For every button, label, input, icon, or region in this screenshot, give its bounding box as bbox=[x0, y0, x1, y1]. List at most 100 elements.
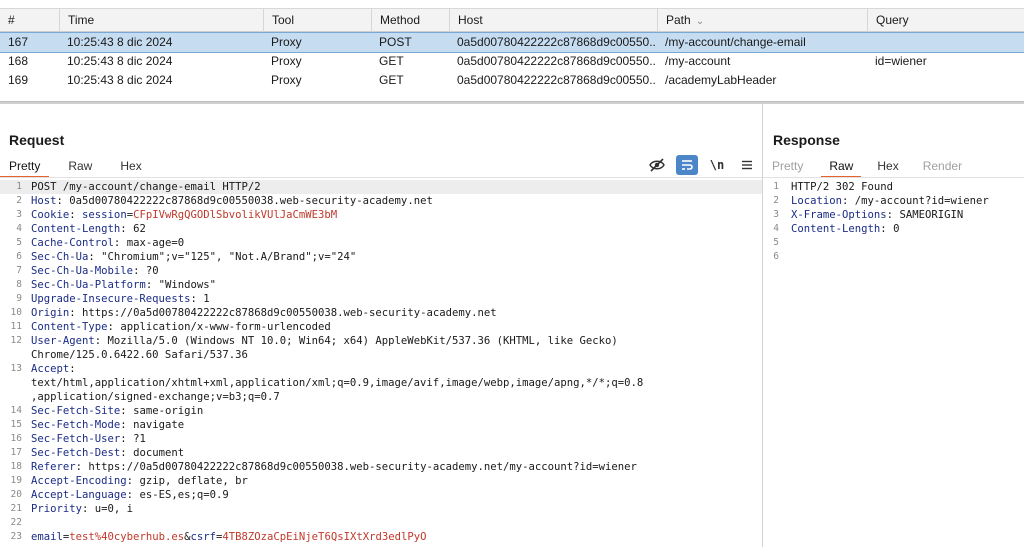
show-newlines-toggle[interactable]: \n bbox=[706, 155, 728, 175]
cell-host: 0a5d00780422222c87868d9c00550... bbox=[457, 73, 657, 87]
code-line: 1 POST /my-account/change-email HTTP/2 bbox=[0, 180, 762, 194]
column-header-method[interactable]: Method bbox=[371, 9, 449, 32]
line-content: email=test%40cyberhub.es&csrf=4TB8ZOzaCp… bbox=[31, 531, 427, 543]
response-tab-raw[interactable]: Raw bbox=[821, 156, 862, 178]
table-header: # Time Tool Method Host Path ⌄ Query bbox=[0, 8, 1024, 32]
code-line: 20 Accept-Language: es-ES,es;q=0.9 bbox=[0, 488, 762, 502]
cell-number: 169 bbox=[8, 73, 29, 87]
hamburger-menu-icon[interactable] bbox=[736, 155, 758, 175]
code-line: 6 Sec-Ch-Ua: "Chromium";v="125", "Not.A/B… bbox=[0, 250, 762, 264]
request-editor[interactable]: 1 POST /my-account/change-email HTTP/2 2 Ho… bbox=[0, 180, 762, 547]
column-header-host[interactable]: Host bbox=[449, 9, 657, 32]
line-number: 18 bbox=[10, 461, 22, 472]
response-editor[interactable]: 1 HTTP/2 302 Found 2 Location: /my-account?… bbox=[763, 180, 1024, 547]
response-tab-pretty[interactable]: Pretty bbox=[768, 156, 807, 178]
request-tab-hex[interactable]: Hex bbox=[111, 156, 150, 178]
eye-slash-icon[interactable] bbox=[646, 155, 668, 175]
column-header-query[interactable]: Query bbox=[867, 9, 1024, 32]
header-name: Content-Length bbox=[791, 223, 881, 235]
code-line: 10 Origin: https://0a5d00780422222c87868d… bbox=[0, 306, 762, 320]
line-number: 6 bbox=[16, 251, 22, 262]
code-line: 4 Content-Length: 62 bbox=[0, 222, 762, 236]
request-view-tabs: Pretty Raw Hex bbox=[0, 156, 161, 178]
code-line: 1 HTTP/2 302 Found bbox=[763, 180, 1024, 194]
column-header-number[interactable]: # bbox=[0, 9, 59, 32]
param-value-email: test%40cyberhub.es bbox=[69, 531, 185, 543]
line-content: Sec-Fetch-Mode: navigate bbox=[31, 419, 185, 431]
line-number: 6 bbox=[773, 251, 779, 262]
table-row[interactable]: 169 10:25:43 8 dic 2024 Proxy GET 0a5d007804… bbox=[0, 71, 1024, 90]
line-number: 11 bbox=[10, 321, 22, 332]
code-line: 14 Sec-Fetch-Site: same-origin bbox=[0, 404, 762, 418]
code-line: 7 Sec-Ch-Ua-Mobile: ?0 bbox=[0, 264, 762, 278]
table-row[interactable]: 167 10:25:43 8 dic 2024 Proxy POST 0a5d00780… bbox=[0, 32, 1024, 53]
line-number: 1 bbox=[773, 181, 779, 192]
request-tab-raw[interactable]: Raw bbox=[59, 156, 101, 178]
code-line: 6 bbox=[763, 250, 1024, 264]
cell-host: 0a5d00780422222c87868d9c00550... bbox=[457, 54, 657, 68]
line-content: Accept-Encoding: gzip, deflate, br bbox=[31, 475, 248, 487]
header-value: "Chromium";v="125", "Not.A/Brand";v="24" bbox=[101, 251, 357, 263]
line-content: X-Frame-Options: SAMEORIGIN bbox=[791, 209, 964, 221]
header-name: Cookie bbox=[31, 209, 70, 221]
cell-query bbox=[867, 33, 1024, 52]
code-line: 11 Content-Type: application/x-www-form-u… bbox=[0, 320, 762, 334]
line-content: Sec-Fetch-Site: same-origin bbox=[31, 405, 204, 417]
request-editor-toolbar: \n bbox=[646, 154, 766, 176]
line-content: Host: 0a5d00780422222c87868d9c00550038.w… bbox=[31, 195, 433, 207]
code-line: 22 bbox=[0, 516, 762, 530]
code-line: 12 User-Agent: Mozilla/5.0 (Windows NT 10… bbox=[0, 334, 762, 348]
code-line: text/html,application/xhtml+xml,applicat… bbox=[0, 376, 762, 390]
code-line: 8 Sec-Ch-Ua-Platform: "Windows" bbox=[0, 278, 762, 292]
request-pane: Request Pretty Raw Hex \n 1 POST /my-accoun… bbox=[0, 104, 762, 547]
line-number: 13 bbox=[10, 363, 22, 374]
cell-method: POST bbox=[379, 35, 412, 49]
line-number: 3 bbox=[16, 209, 22, 220]
cell-time: 10:25:43 8 dic 2024 bbox=[67, 54, 173, 68]
path-header-label: Path bbox=[666, 13, 691, 27]
table-row[interactable]: 168 10:25:43 8 dic 2024 Proxy GET 0a5d007804… bbox=[0, 52, 1024, 71]
code-line: ,application/signed-exchange;v=b3;q=0.7 bbox=[0, 390, 762, 404]
column-header-time[interactable]: Time bbox=[59, 9, 263, 32]
line-content: Accept-Language: es-ES,es;q=0.9 bbox=[31, 489, 229, 501]
request-tab-pretty[interactable]: Pretty bbox=[0, 156, 50, 178]
response-tab-hex[interactable]: Hex bbox=[873, 156, 902, 178]
header-value: https://0a5d00780422222c87868d9c00550038… bbox=[82, 307, 497, 319]
request-title: Request bbox=[9, 132, 65, 148]
header-value: 62 bbox=[133, 223, 146, 235]
header-value: navigate bbox=[133, 419, 185, 431]
header-value: ?0 bbox=[145, 265, 159, 277]
code-line: Chrome/125.0.6422.60 Safari/537.36 bbox=[0, 348, 762, 362]
word-wrap-icon[interactable] bbox=[676, 155, 698, 175]
line-number: 2 bbox=[773, 195, 779, 206]
cell-number: 167 bbox=[8, 35, 29, 49]
header-name: Origin bbox=[31, 307, 70, 319]
cookie-name: session bbox=[82, 209, 127, 221]
code-line: 2 Location: /my-account?id=wiener bbox=[763, 194, 1024, 208]
line-number: 7 bbox=[16, 265, 22, 276]
code-line: 3 Cookie: session=CFpIVwRgQGODlSbvolikVUl… bbox=[0, 208, 762, 222]
line-content: Sec-Fetch-User: ?1 bbox=[31, 433, 146, 445]
header-value: u=0, i bbox=[94, 503, 134, 515]
header-value: es-ES,es;q=0.9 bbox=[139, 489, 229, 501]
header-name: X-Frame-Options bbox=[791, 209, 887, 221]
code-line: 5 bbox=[763, 236, 1024, 250]
code-line: 15 Sec-Fetch-Mode: navigate bbox=[0, 418, 762, 432]
cell-tool: Proxy bbox=[271, 35, 302, 49]
header-value: same-origin bbox=[133, 405, 204, 417]
header-value: 0a5d00780422222c87868d9c00550038.web-sec… bbox=[69, 195, 433, 207]
line-number: 16 bbox=[10, 433, 22, 444]
line-number: 5 bbox=[16, 237, 22, 248]
line-content: User-Agent: Mozilla/5.0 (Windows NT 10.0… bbox=[31, 335, 618, 347]
header-name: Accept-Language bbox=[31, 489, 127, 501]
header-value: gzip, deflate, br bbox=[139, 475, 248, 487]
response-tab-render[interactable]: Render bbox=[919, 156, 966, 178]
cell-tool: Proxy bbox=[271, 73, 302, 87]
line-number: 22 bbox=[10, 517, 22, 528]
column-header-path[interactable]: Path ⌄ bbox=[657, 9, 867, 32]
column-header-tool[interactable]: Tool bbox=[263, 9, 371, 32]
header-name: Priority bbox=[31, 503, 83, 515]
header-value: Mozilla/5.0 (Windows NT 10.0; Win64; x64… bbox=[107, 335, 618, 347]
request-body-line: 23 email=test%40cyberhub.es&csrf=4TB8ZOza… bbox=[0, 530, 762, 544]
code-line: 3 X-Frame-Options: SAMEORIGIN bbox=[763, 208, 1024, 222]
